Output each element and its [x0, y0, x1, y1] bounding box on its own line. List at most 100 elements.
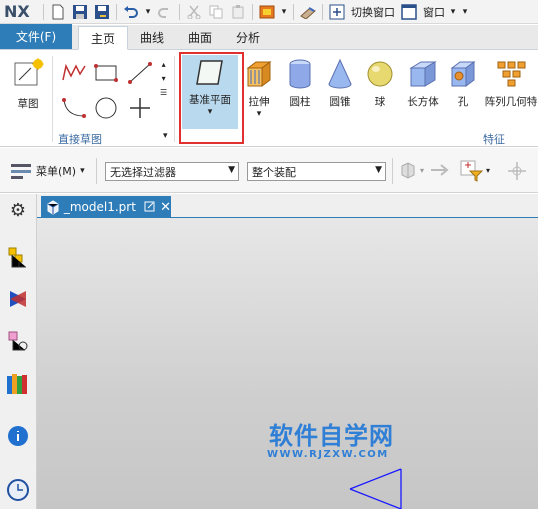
- point-icon: [130, 98, 150, 118]
- constraint-navigator-icon[interactable]: [6, 288, 30, 312]
- block-label: 长方体: [407, 96, 439, 108]
- part-file-icon: [47, 200, 59, 215]
- cylinder-label: 圆柱: [289, 96, 311, 108]
- document-tab-title: _model1.prt: [63, 200, 136, 214]
- redo-icon[interactable]: [156, 3, 174, 21]
- scroll-up-icon[interactable]: ▴: [162, 58, 166, 72]
- pattern-geometry-icon: [497, 61, 526, 87]
- type-filter-select[interactable]: 无选择过滤器 ▼: [105, 162, 239, 181]
- chevron-down-icon: ▼: [228, 165, 235, 175]
- scope-select[interactable]: 整个装配 ▼: [247, 162, 386, 181]
- pin-icon: [144, 201, 155, 212]
- switch-window-label[interactable]: 切换窗口: [351, 4, 395, 20]
- resource-bar: ⚙: [0, 194, 37, 509]
- direct-sketch-group-label: 直接草图: [58, 133, 102, 146]
- sphere-icon: [367, 61, 393, 87]
- customize-dropdown-icon[interactable]: ▾: [461, 3, 469, 21]
- window-dropdown-icon[interactable]: ▾: [449, 3, 457, 21]
- undo-icon[interactable]: [122, 3, 140, 21]
- cone-label: 圆锥: [329, 96, 351, 108]
- touch-mode-icon[interactable]: [299, 3, 317, 21]
- line-tool[interactable]: [128, 62, 152, 84]
- watermark-url: WWW.RJZXW.COM: [267, 449, 389, 460]
- pattern-geometry-label: 阵列几何特: [484, 96, 538, 108]
- snap-point-icon[interactable]: [506, 160, 528, 185]
- save-all-icon[interactable]: [93, 3, 111, 21]
- assembly-navigator-icon[interactable]: [6, 246, 30, 270]
- settings-gear-icon[interactable]: ⚙: [6, 198, 30, 222]
- hole-icon: [450, 61, 476, 87]
- reuse-library-icon[interactable]: [6, 372, 30, 396]
- save-icon[interactable]: [71, 3, 89, 21]
- rectangle-tool[interactable]: [94, 62, 118, 84]
- window-menu-label[interactable]: 窗口: [423, 4, 445, 20]
- quick-access-toolbar: NX ▾ ▾ 切换窗口 窗口 ▾ ▾: [0, 0, 538, 24]
- extrude-dropdown-icon[interactable]: ▾: [257, 109, 262, 119]
- sphere-label: 球: [374, 96, 386, 108]
- new-file-icon[interactable]: [49, 3, 67, 21]
- profile-icon: [62, 63, 86, 81]
- menu-icon: [11, 164, 31, 179]
- paste-icon[interactable]: [229, 3, 247, 21]
- arc-tool[interactable]: [60, 96, 88, 120]
- repeat-command-icon[interactable]: [258, 3, 276, 21]
- sketch-gallery-scroll[interactable]: ▴ ▾ ☰: [160, 58, 167, 100]
- circle-tool[interactable]: [94, 96, 118, 120]
- extrude-button[interactable]: 拉伸 ▾: [244, 58, 274, 119]
- part-navigator-icon[interactable]: [6, 330, 30, 354]
- close-icon[interactable]: ✕: [160, 200, 171, 215]
- dropdown-icon[interactable]: ▾: [280, 3, 288, 21]
- separator: [96, 158, 97, 184]
- type-filter-value: 无选择过滤器: [110, 165, 176, 179]
- datum-plane-highlight-box: [179, 52, 244, 144]
- switch-window-icon[interactable]: [328, 3, 346, 21]
- cylinder-button[interactable]: 圆柱: [285, 58, 315, 109]
- watermark-title: 软件自学网: [269, 422, 394, 450]
- rectangle-icon: [94, 64, 118, 82]
- separator: [392, 158, 393, 184]
- selection-toolbar: 菜单(M) ▾ 无选择过滤器 ▼ 整个装配 ▼ ▾ ▾: [0, 148, 538, 193]
- cylinder-icon: [289, 59, 311, 89]
- separator: [43, 3, 44, 20]
- select-features-icon[interactable]: [398, 160, 420, 185]
- direct-sketch-expand-icon[interactable]: ▾: [163, 131, 168, 141]
- web-browser-icon[interactable]: [6, 424, 30, 448]
- tab-home[interactable]: 主页: [78, 26, 129, 50]
- cone-button[interactable]: 圆锥: [324, 58, 356, 109]
- graphics-window[interactable]: 软件自学网 WWW.RJZXW.COM: [37, 218, 538, 509]
- pattern-geometry-button[interactable]: 阵列几何特: [484, 58, 538, 109]
- more-icon[interactable]: ☰: [160, 86, 167, 100]
- cut-icon[interactable]: [185, 3, 203, 21]
- tab-curve[interactable]: 曲线: [128, 25, 176, 49]
- menu-button[interactable]: 菜单(M) ▾: [10, 162, 85, 180]
- profile-tool[interactable]: [60, 62, 88, 84]
- hole-button[interactable]: 孔: [448, 58, 478, 109]
- feature-group-label: 特征: [483, 133, 505, 146]
- document-tab-bar: _model1.prt ✕: [37, 194, 538, 218]
- select-direction-icon[interactable]: [428, 160, 450, 185]
- line-icon: [128, 62, 152, 84]
- sphere-button[interactable]: 球: [365, 58, 395, 109]
- extrude-label: 拉伸: [248, 96, 270, 108]
- block-button[interactable]: 长方体: [403, 58, 443, 109]
- selection-dropdown-icon[interactable]: ▾: [420, 166, 424, 175]
- history-clock-icon[interactable]: [6, 478, 30, 502]
- scroll-down-icon[interactable]: ▾: [162, 72, 166, 86]
- undo-dropdown-icon[interactable]: ▾: [144, 3, 152, 21]
- copy-icon[interactable]: [207, 3, 225, 21]
- point-tool[interactable]: [128, 96, 152, 120]
- sketch-icon: [14, 58, 44, 86]
- filter-icon[interactable]: [460, 160, 484, 185]
- sketch-button[interactable]: 草图: [8, 58, 48, 111]
- tab-file[interactable]: 文件(F): [0, 24, 72, 49]
- document-tab[interactable]: _model1.prt ✕: [41, 196, 171, 218]
- menu-dropdown-icon[interactable]: ▾: [80, 166, 85, 176]
- tab-surface[interactable]: 曲面: [176, 25, 224, 49]
- tab-analysis[interactable]: 分析: [224, 25, 272, 49]
- ribbon-panel: 草图 ▴ ▾ ☰ 直接草图 ▾ 基准平面 ▾ 拉伸 ▾ 圆柱 圆锥 球 长方体 …: [0, 50, 538, 147]
- nx-logo: NX: [4, 2, 30, 21]
- window-icon[interactable]: [400, 3, 418, 21]
- filter-dropdown-icon[interactable]: ▾: [486, 166, 490, 175]
- arc-icon: [62, 98, 86, 118]
- cone-icon: [328, 58, 352, 89]
